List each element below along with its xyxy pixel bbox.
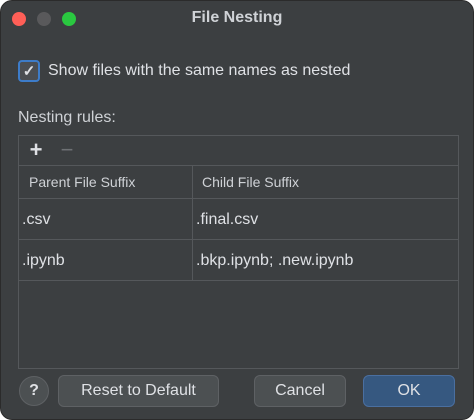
nesting-rules-table: Parent File Suffix Child File Suffix .cs… — [19, 166, 458, 281]
reset-to-default-button[interactable]: Reset to Default — [58, 375, 219, 407]
column-divider — [192, 199, 193, 239]
table-row[interactable]: .csv .final.csv — [19, 199, 458, 240]
nest-same-names-option[interactable]: ✓ Show files with the same names as nest… — [18, 60, 350, 82]
dialog-title: File Nesting — [191, 9, 283, 26]
column-divider — [192, 240, 193, 280]
plus-icon[interactable]: + — [24, 138, 48, 162]
nesting-rules-panel: + − Parent File Suffix Child File Suffix… — [18, 135, 459, 369]
table-row[interactable]: .ipynb .bkp.ipynb; .new.ipynb — [19, 240, 458, 281]
parent-suffix-cell[interactable]: .csv — [22, 199, 50, 240]
file-nesting-dialog: File Nesting ✓ Show files with the same … — [0, 0, 474, 420]
ok-button[interactable]: OK — [363, 375, 455, 407]
column-header-child[interactable]: Child File Suffix — [202, 166, 299, 199]
checkmark-icon: ✓ — [22, 63, 36, 80]
title-bar: File Nesting — [1, 1, 473, 37]
child-suffix-cell[interactable]: .bkp.ipynb; .new.ipynb — [196, 240, 353, 281]
nest-same-names-label[interactable]: Show files with the same names as nested — [48, 62, 350, 80]
table-header: Parent File Suffix Child File Suffix — [19, 166, 458, 199]
column-header-parent[interactable]: Parent File Suffix — [29, 166, 135, 199]
help-button[interactable]: ? — [19, 376, 49, 406]
rules-toolbar: + − — [19, 136, 458, 166]
nesting-rules-label: Nesting rules: — [18, 109, 116, 126]
cancel-button[interactable]: Cancel — [254, 375, 346, 407]
nest-same-names-checkbox[interactable]: ✓ — [18, 60, 40, 82]
column-divider[interactable] — [192, 166, 193, 198]
parent-suffix-cell[interactable]: .ipynb — [22, 240, 65, 281]
minus-icon[interactable]: − — [55, 138, 79, 162]
child-suffix-cell[interactable]: .final.csv — [196, 199, 258, 240]
